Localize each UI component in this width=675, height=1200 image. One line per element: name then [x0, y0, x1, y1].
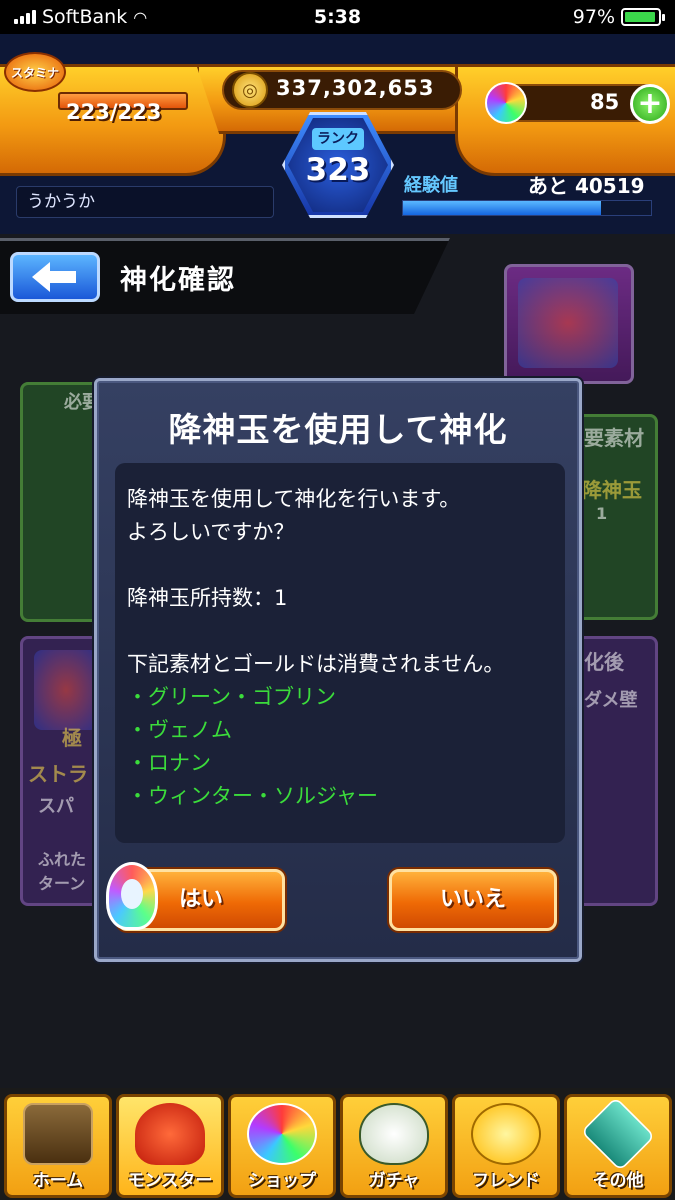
monster-thumb-top-art [518, 278, 618, 368]
material-item: ・ウィンター・ソルジャー [127, 784, 378, 808]
nav-home[interactable]: ホーム [4, 1094, 112, 1198]
signal-icon [14, 10, 36, 24]
bg-label-kiwami: 極 [62, 726, 82, 750]
dialog-title: 降神玉を使用して神化 [168, 410, 508, 449]
monster-icon [135, 1103, 205, 1165]
status-bar: SoftBank ◠ 5:38 97% [0, 0, 675, 34]
nav-shop[interactable]: ショップ [228, 1094, 336, 1198]
stamina-value: 223/223 [66, 100, 162, 124]
nav-gacha-label: ガチャ [368, 1171, 420, 1191]
nav-home-label: ホーム [32, 1171, 84, 1191]
status-left: SoftBank ◠ [14, 6, 274, 28]
bottom-nav: ホーム モンスター ショップ ガチャ フレンド その他 [0, 1088, 675, 1200]
back-arrow-icon [32, 262, 76, 292]
no-button[interactable]: いいえ [389, 869, 557, 931]
rank-label: ランク [312, 128, 364, 150]
nav-friend-label: フレンド [472, 1171, 540, 1191]
bg-label-wall: ダメ壁 [584, 690, 638, 711]
bg-label-spa: スパ [38, 796, 74, 817]
nav-friend[interactable]: フレンド [452, 1094, 560, 1198]
player-name: うかうか [16, 186, 274, 218]
carrier-name: SoftBank [42, 6, 128, 28]
exp-label: 経験値 [404, 175, 458, 196]
orb-count: 85 [590, 90, 620, 114]
nav-other[interactable]: その他 [564, 1094, 672, 1198]
rank-value: 323 [305, 152, 371, 188]
nav-other-label: その他 [592, 1171, 644, 1191]
page-title: 神化確認 [120, 265, 236, 296]
exp-bar-fill [403, 201, 602, 215]
battery-percent: 97% [572, 6, 615, 28]
jinshindama-icon [106, 862, 158, 930]
stamina-icon: スタミナ [4, 52, 66, 92]
material-item: ・ロナン [127, 751, 211, 775]
material-item: ・ヴェノム [127, 718, 232, 742]
wifi-icon: ◠ [133, 7, 148, 27]
bg-label-after: 化後 [584, 650, 624, 674]
exp-remaining: あと 40519 [528, 174, 645, 198]
home-icon [23, 1103, 93, 1165]
orb-icon [485, 82, 527, 124]
nav-monster-label: モンスター [127, 1171, 213, 1191]
left-monster-art [34, 650, 98, 730]
status-right: 97% [401, 6, 665, 28]
shop-orb-icon [247, 1103, 317, 1165]
nav-monster[interactable]: モンスター [116, 1094, 224, 1198]
dialog-line-1: 降神玉を使用して神化を行います。 [127, 487, 461, 511]
confirm-dialog: 降神玉を使用して神化 降神玉を使用して神化を行います。 よろしいですか？ 降神玉… [94, 378, 582, 962]
nav-gacha[interactable]: ガチャ [340, 1094, 448, 1198]
friend-balloons-icon [471, 1103, 541, 1165]
dialog-line-3: 降神玉所持数：1 [127, 586, 288, 610]
back-button[interactable] [10, 252, 100, 302]
gacha-egg-icon [359, 1103, 429, 1165]
dialog-line-2: よろしいですか？ [127, 520, 295, 544]
battery-icon [621, 8, 665, 26]
bg-label-count: 1 [596, 504, 608, 523]
dialog-line-4: 下記素材とゴールドは消費されません。 [127, 652, 505, 676]
bg-label-jinshindama: 降神玉 [582, 478, 642, 502]
other-menu-icon [580, 1096, 656, 1172]
add-orbs-button[interactable]: + [630, 84, 670, 124]
status-time: 5:38 [313, 6, 362, 28]
gold-amount: 337,302,653 [276, 76, 435, 100]
dialog-message: 降神玉を使用して神化を行います。 よろしいですか？ 降神玉所持数：1 下記素材と… [115, 463, 565, 843]
nav-shop-label: ショップ [248, 1171, 316, 1191]
bg-label-fureta: ふれた [38, 850, 87, 869]
bg-label-turn: ターン [38, 874, 86, 893]
material-item: ・グリーン・ゴブリン [127, 685, 336, 709]
bg-label-materials: 要素材 [584, 426, 644, 450]
exp-bar [402, 200, 652, 216]
gold-coin-icon: ◎ [232, 72, 268, 108]
bg-label-stra: ストラ [28, 762, 88, 786]
